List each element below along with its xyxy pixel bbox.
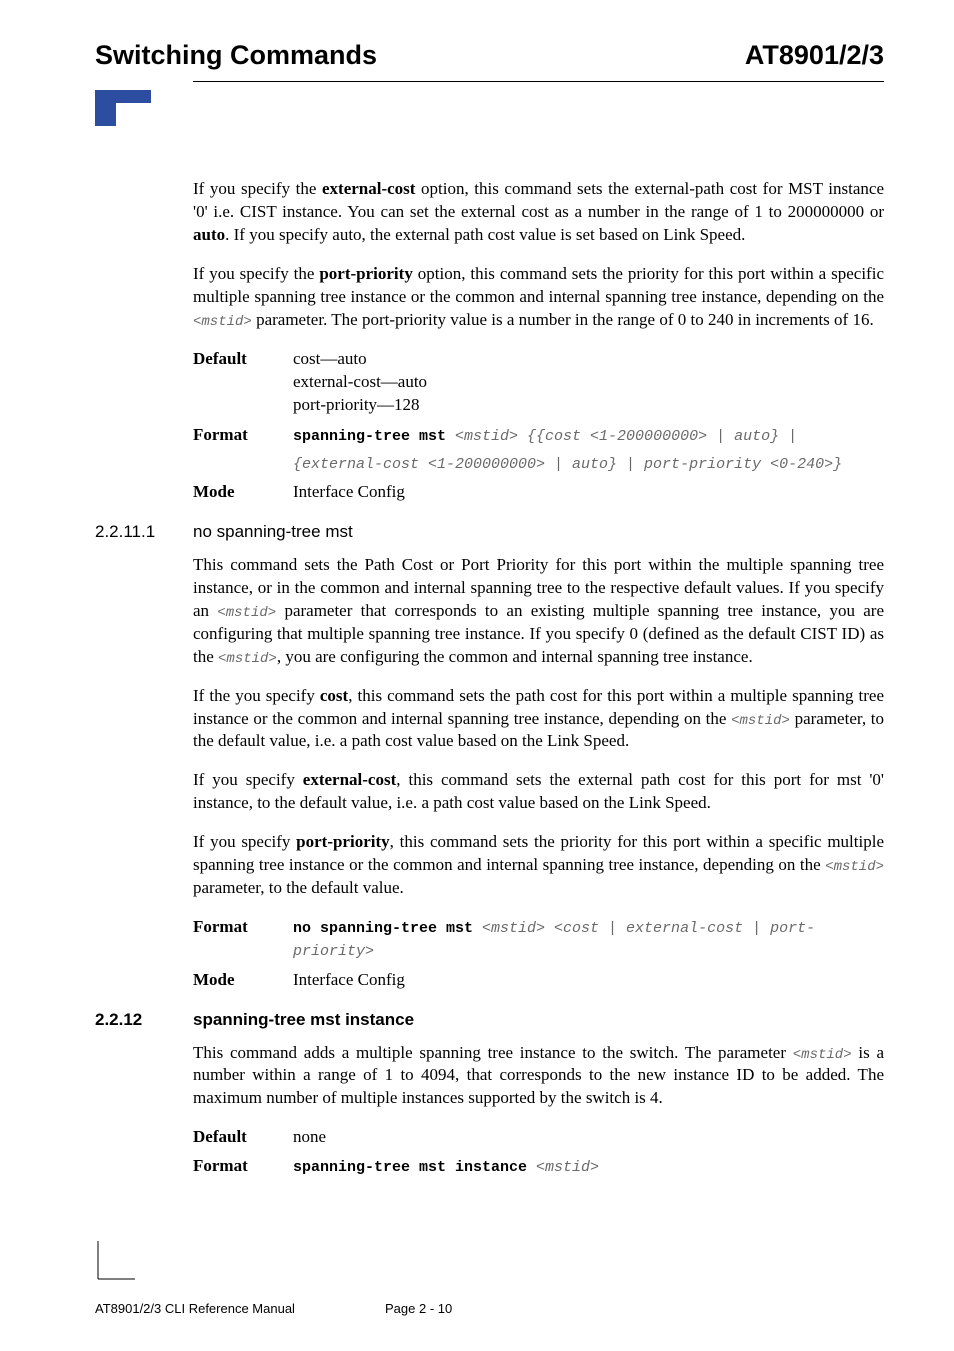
section-heading: 2.2.11.1 no spanning-tree mst — [95, 522, 884, 542]
definition-block: Default none Format spanning-tree mst in… — [193, 1126, 884, 1178]
code-param: <mstid> — [217, 605, 276, 621]
sec1-paragraph-4: If you specify port-priority, this comma… — [193, 831, 884, 900]
format-label: Format — [193, 1155, 293, 1176]
sec2-paragraph-1: This command adds a multiple spanning tr… — [193, 1042, 884, 1111]
section-heading: 2.2.12 spanning-tree mst instance — [95, 1010, 884, 1030]
code-cmd: spanning-tree mst instance — [293, 1159, 536, 1176]
intro-paragraph-1: If you specify the external-cost option,… — [193, 178, 884, 247]
header-title-left: Switching Commands — [95, 40, 377, 71]
footer-page: Page 2 - 10 — [385, 1301, 452, 1316]
text-bold: external-cost — [322, 179, 415, 198]
code-param: <mstid> — [825, 859, 884, 875]
default-row: Default cost—auto external-cost—auto por… — [193, 348, 884, 417]
text: If you specify the — [193, 264, 319, 283]
code-cmd: spanning-tree mst — [293, 428, 455, 445]
code-param: {external-cost <1-200000000> | auto} | p… — [293, 456, 842, 473]
code-param: <mstid> — [793, 1047, 852, 1063]
format-label: Format — [193, 424, 293, 445]
text-bold: external-cost — [303, 770, 396, 789]
default-row: Default none — [193, 1126, 884, 1149]
section-content: This command adds a multiple spanning tr… — [193, 1042, 884, 1179]
code-cmd: no spanning-tree mst — [293, 920, 482, 937]
text-bold: port-priority — [296, 832, 389, 851]
header-title-right: AT8901/2/3 — [745, 40, 884, 71]
format-row: Format no spanning-tree mst <mstid> <cos… — [193, 916, 884, 963]
page-footer: AT8901/2/3 CLI Reference Manual Page 2 -… — [95, 1301, 884, 1316]
mode-value: Interface Config — [293, 969, 884, 992]
definition-block: Format no spanning-tree mst <mstid> <cos… — [193, 916, 884, 991]
format-label: Format — [193, 916, 293, 937]
format-row-cont: {external-cost <1-200000000> | auto} | p… — [193, 452, 884, 475]
code-param: <mstid> — [218, 651, 277, 667]
mode-row: Mode Interface Config — [193, 969, 884, 992]
spacer — [193, 452, 293, 453]
section-content: This command sets the Path Cost or Port … — [193, 554, 884, 992]
footer-manual: AT8901/2/3 CLI Reference Manual — [95, 1301, 295, 1316]
format-value: spanning-tree mst instance <mstid> — [293, 1155, 884, 1178]
mode-label: Mode — [193, 481, 293, 502]
text: , you are configuring the common and int… — [277, 647, 753, 666]
text: This command adds a multiple spanning tr… — [193, 1043, 793, 1062]
code-param: <mstid> — [193, 314, 252, 330]
intro-paragraph-2: If you specify the port-priority option,… — [193, 263, 884, 332]
text: parameter, to the default value. — [193, 878, 404, 897]
text: . If you specify auto, the external path… — [225, 225, 745, 244]
section-title: spanning-tree mst instance — [193, 1010, 414, 1030]
content-area: If you specify the external-cost option,… — [193, 178, 884, 504]
default-value: none — [293, 1126, 884, 1149]
default-label: Default — [193, 348, 293, 369]
text: If you specify — [193, 770, 303, 789]
format-row: Format spanning-tree mst instance <mstid… — [193, 1155, 884, 1178]
code-param: <mstid> {{cost <1-200000000> | auto} | — [455, 428, 797, 445]
format-value: no spanning-tree mst <mstid> <cost | ext… — [293, 916, 884, 963]
page-header: Switching Commands AT8901/2/3 — [95, 40, 884, 81]
sec1-paragraph-3: If you specify external-cost, this comma… — [193, 769, 884, 815]
sec1-paragraph-2: If the you specify cost, this command se… — [193, 685, 884, 754]
format-value-cont: {external-cost <1-200000000> | auto} | p… — [293, 452, 884, 475]
text: If you specify the — [193, 179, 322, 198]
text: external-cost—auto — [293, 372, 427, 391]
text: parameter. The port-priority value is a … — [252, 310, 874, 329]
code-param: <mstid> — [536, 1159, 599, 1176]
format-row: Format spanning-tree mst <mstid> {{cost … — [193, 424, 884, 447]
mode-row: Mode Interface Config — [193, 481, 884, 504]
format-value: spanning-tree mst <mstid> {{cost <1-2000… — [293, 424, 884, 447]
mode-value: Interface Config — [293, 481, 884, 504]
text: cost—auto — [293, 349, 367, 368]
corner-bracket-icon — [95, 1241, 135, 1286]
section-number: 2.2.12 — [95, 1010, 193, 1030]
section-number: 2.2.11.1 — [95, 522, 193, 542]
default-value: cost—auto external-cost—auto port-priori… — [293, 348, 884, 417]
default-label: Default — [193, 1126, 293, 1147]
header-rule — [193, 81, 884, 82]
code-param: <mstid> — [731, 713, 790, 729]
mode-label: Mode — [193, 969, 293, 990]
text: port-priority—128 — [293, 395, 420, 414]
section-title: no spanning-tree mst — [193, 522, 353, 542]
text: If you specify — [193, 832, 296, 851]
corner-logo-icon — [95, 90, 151, 138]
text-bold: auto — [193, 225, 225, 244]
sec1-paragraph-1: This command sets the Path Cost or Port … — [193, 554, 884, 669]
definition-block: Default cost—auto external-cost—auto por… — [193, 348, 884, 504]
text-bold: cost — [320, 686, 348, 705]
text: If the you specify — [193, 686, 320, 705]
text-bold: port-priority — [319, 264, 412, 283]
